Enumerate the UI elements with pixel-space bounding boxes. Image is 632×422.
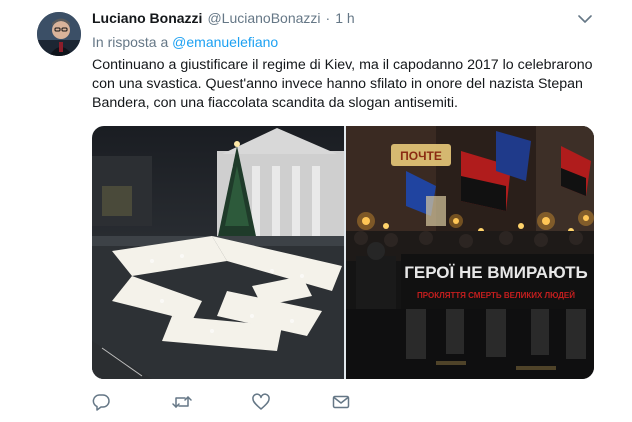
square-crowd-photo[interactable] (92, 126, 344, 379)
chevron-down-icon[interactable] (577, 12, 593, 26)
author-name[interactable]: Luciano Bonazzi (92, 10, 202, 26)
tweet-timestamp[interactable]: 1 h (335, 10, 354, 26)
message-button[interactable] (332, 392, 412, 412)
reply-context: In risposta a @emanuelefiano (92, 34, 278, 50)
avatar[interactable] (37, 12, 81, 56)
like-button[interactable] (252, 392, 332, 412)
tweet-actions (92, 392, 412, 412)
tweet-text-line: con una svastica. Quest'anno invece hann… (92, 76, 583, 92)
shop-sign-text: ПОЧТЕ (400, 149, 442, 163)
tweet-text-line: Continuano a giustificare il regime di K… (92, 57, 593, 73)
banner-text: ГЕРОЇ НЕ ВМИРАЮТЬ (404, 263, 588, 282)
retweet-button[interactable] (172, 392, 252, 412)
separator-dot: · (325, 10, 331, 26)
reply-mention-link[interactable]: @emanuelefiano (172, 34, 278, 50)
banner-subtext: ПРОКЛЯТТЯ СМЕРТЬ ВЕЛИКИХ ЛЮДЕЙ (417, 291, 575, 300)
retweet-icon (172, 393, 192, 411)
envelope-icon (332, 393, 350, 411)
tweet-text-line: Bandera, con una fiaccolata scandita da … (92, 95, 458, 111)
reply-button[interactable] (92, 392, 172, 412)
torch-march-photo[interactable]: ПОЧТЕ ГЕРОЇ НЕ ВМИРАЮТЬ ПРОКЛЯТТЯ СМЕРТЬ… (346, 126, 594, 379)
reply-icon (92, 393, 110, 411)
author-handle[interactable]: @LucianoBonazzi (207, 10, 320, 26)
heart-icon (252, 393, 270, 411)
tweet-media: ПОЧТЕ ГЕРОЇ НЕ ВМИРАЮТЬ ПРОКЛЯТТЯ СМЕРТЬ… (92, 126, 594, 379)
tweet[interactable]: Luciano Bonazzi @LucianoBonazzi · 1 h In… (0, 0, 632, 422)
tweet-text: Continuano a giustificare il regime di K… (92, 56, 612, 113)
reply-prefix: In risposta a (92, 34, 169, 50)
tweet-header: Luciano Bonazzi @LucianoBonazzi · 1 h (92, 10, 355, 30)
